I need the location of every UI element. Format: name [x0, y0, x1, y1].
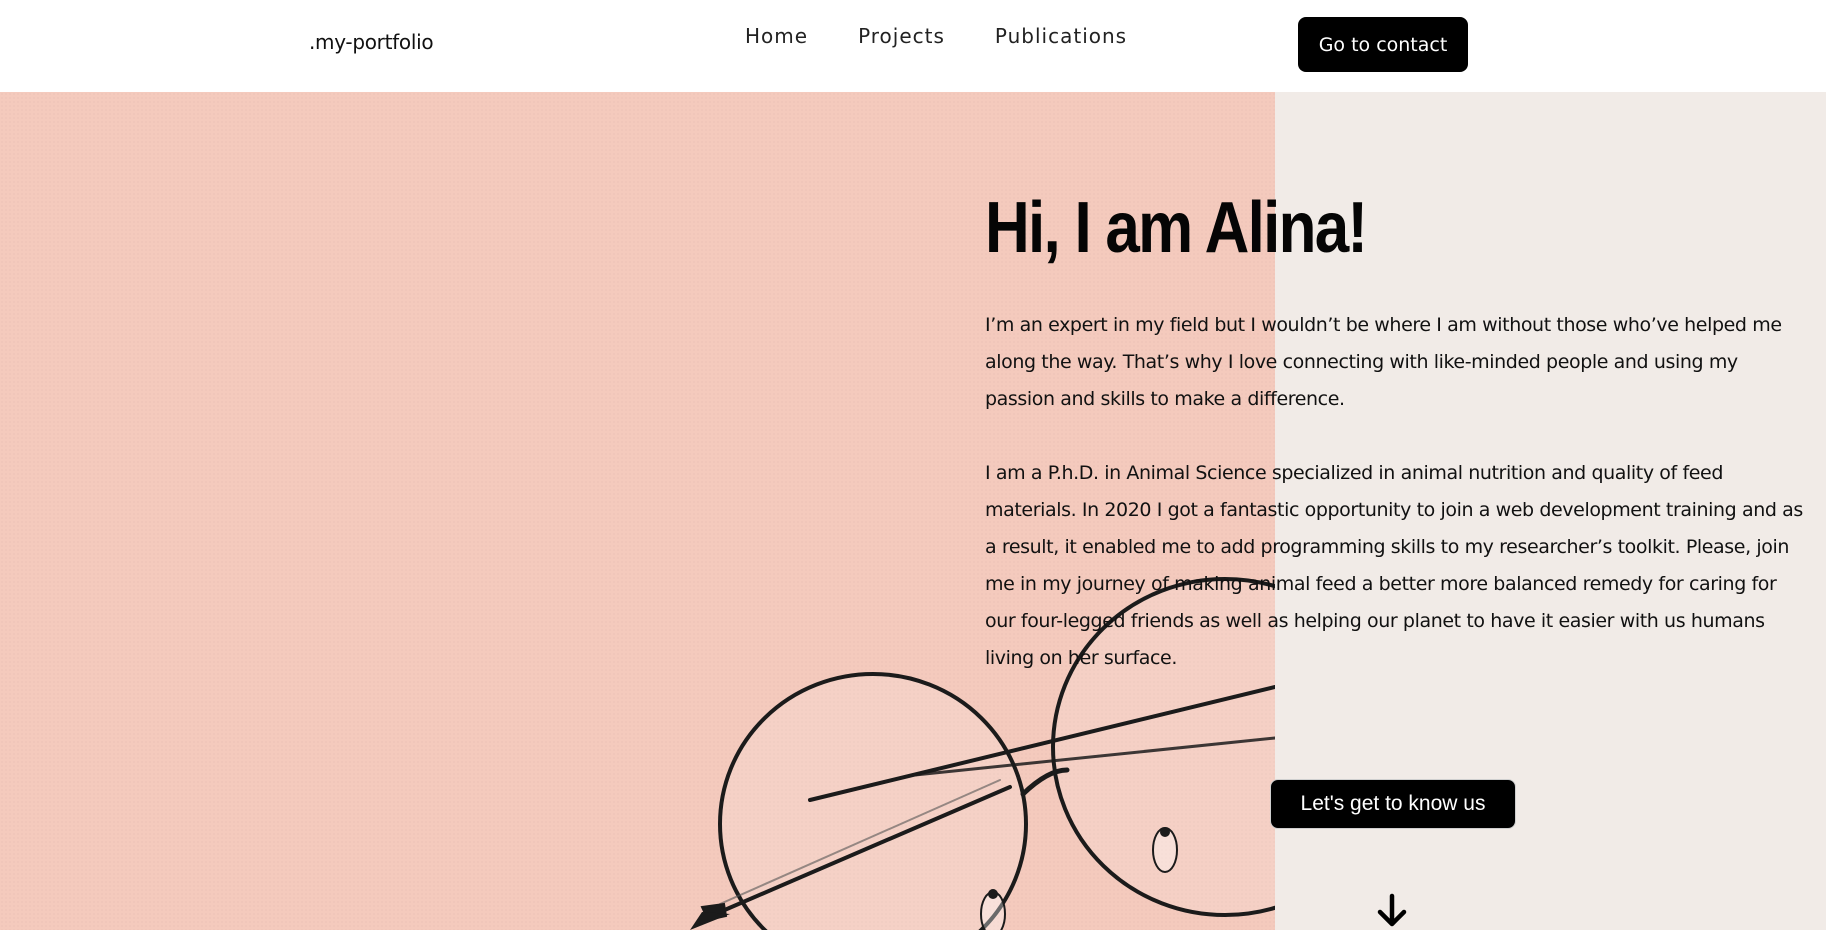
- nav-home-link[interactable]: Home: [745, 24, 808, 48]
- hero-paragraph-intro: I’m an expert in my field but I wouldn’t…: [985, 314, 1782, 410]
- brand-logo-link[interactable]: .my-portfolio: [309, 30, 434, 54]
- hero-section: Hi, I am Alina! I’m an expert in my fiel…: [0, 92, 1826, 930]
- nav-projects-link[interactable]: Projects: [858, 24, 945, 48]
- hero-paragraph-bio: I am a P.h.D. in Animal Science speciali…: [985, 462, 1803, 669]
- hero-title: Hi, I am Alina!: [985, 188, 1368, 268]
- arrow-down-icon[interactable]: [1373, 892, 1411, 930]
- main-nav: Home Projects Publications: [745, 24, 1177, 48]
- get-to-know-us-button[interactable]: Let's get to know us: [1270, 779, 1516, 829]
- hero-description: I’m an expert in my field but I wouldn’t…: [985, 307, 1805, 677]
- top-navbar: .my-portfolio Home Projects Publications…: [0, 0, 1826, 92]
- go-to-contact-button[interactable]: Go to contact: [1298, 17, 1468, 72]
- nav-publications-link[interactable]: Publications: [995, 24, 1127, 48]
